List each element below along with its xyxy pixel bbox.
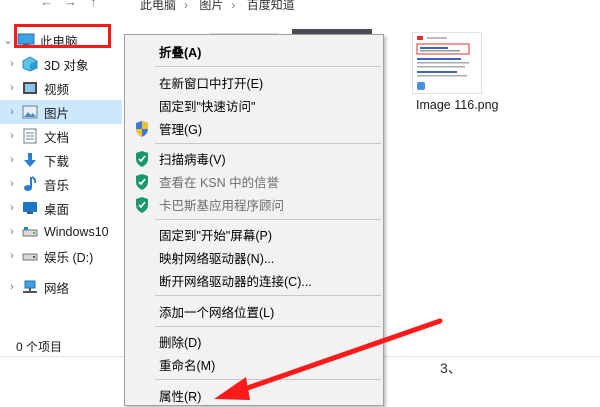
- sidebar-item-label: 视频: [44, 82, 70, 97]
- menu-item-label: 管理(G): [159, 123, 203, 137]
- chevron-right-icon[interactable]: ›: [4, 250, 20, 262]
- menu-item-collapse[interactable]: 折叠(A): [125, 40, 383, 63]
- menu-item-label: 删除(D): [159, 336, 202, 350]
- menu-item-label: 重命名(M): [159, 359, 216, 373]
- menu-item-label: 断开网络驱动器的连接(C)...: [159, 275, 312, 289]
- sidebar-item-label: 下载: [44, 154, 70, 169]
- menu-separator: [155, 295, 381, 296]
- sidebar-item-desktop[interactable]: › 桌面: [0, 196, 122, 220]
- sidebar-item-videos[interactable]: › 视频: [0, 76, 122, 100]
- sidebar-item-windows10-drive[interactable]: › Windows10: [0, 220, 122, 244]
- red-highlight-box: [14, 24, 111, 48]
- menu-item-label: 固定到"快速访问": [159, 100, 256, 114]
- sidebar-item-entertainment-drive[interactable]: › 娱乐 (D:): [0, 244, 122, 268]
- back-icon[interactable]: ←: [40, 0, 53, 9]
- menu-separator: [155, 66, 381, 67]
- menu-separator: [155, 143, 381, 144]
- drive-icon: [20, 224, 40, 240]
- sidebar-item-downloads[interactable]: › 下载: [0, 148, 122, 172]
- sidebar-item-label: 娱乐 (D:): [44, 250, 94, 265]
- file-name[interactable]: Image 116.png: [416, 98, 498, 112]
- menu-item-label: 添加一个网络位置(L): [159, 306, 275, 320]
- downloads-icon: [20, 152, 40, 168]
- menu-separator: [155, 326, 381, 327]
- menu-item-map-network-drive[interactable]: 映射网络驱动器(N)...: [125, 246, 383, 269]
- uac-shield-icon: [134, 121, 150, 137]
- 3d-objects-icon: [20, 56, 40, 72]
- chevron-right-icon[interactable]: ›: [4, 178, 20, 190]
- chevron-right-icon[interactable]: ›: [4, 226, 20, 238]
- sidebar-item-network[interactable]: › 网络: [0, 275, 122, 299]
- sidebar-item-label: 桌面: [44, 202, 70, 217]
- menu-item-label: 在新窗口中打开(E): [159, 77, 264, 91]
- image-thumbnail: [413, 33, 481, 93]
- menu-item-pin-start[interactable]: 固定到"开始"屏幕(P): [125, 223, 383, 246]
- menu-separator: [155, 379, 381, 380]
- menu-separator: [155, 219, 381, 220]
- menu-item-ksn-reputation[interactable]: 查看在 KSN 中的信誉: [125, 170, 383, 193]
- kaspersky-shield-icon: [134, 151, 150, 167]
- sidebar-item-music[interactable]: › 音乐: [0, 172, 122, 196]
- sidebar-item-label: 网络: [44, 281, 70, 296]
- menu-item-label: 属性(R): [159, 390, 202, 404]
- menu-item-delete[interactable]: 删除(D): [125, 330, 383, 353]
- network-icon: [20, 279, 40, 295]
- file-item-image-116[interactable]: [412, 32, 482, 94]
- menu-item-label: 固定到"开始"屏幕(P): [159, 229, 273, 243]
- menu-item-disconnect-network-drive[interactable]: 断开网络驱动器的连接(C)...: [125, 269, 383, 292]
- menu-item-label: 映射网络驱动器(N)...: [159, 252, 275, 266]
- menu-item-label: 卡巴斯基应用程序顾问: [159, 199, 285, 213]
- menu-item-scan-virus[interactable]: 扫描病毒(V): [125, 147, 383, 170]
- sidebar-item-label: 文档: [44, 130, 70, 145]
- chevron-right-icon[interactable]: ›: [4, 154, 20, 166]
- menu-item-label: 折叠(A): [159, 46, 202, 60]
- sidebar-item-documents[interactable]: › 文档: [0, 124, 122, 148]
- desktop-icon: [20, 200, 40, 216]
- sidebar-item-label: Windows10: [44, 225, 109, 239]
- menu-item-open-new-window[interactable]: 在新窗口中打开(E): [125, 71, 383, 94]
- menu-item-label: 查看在 KSN 中的信誉: [159, 176, 280, 190]
- menu-item-pin-quick-access[interactable]: 固定到"快速访问": [125, 94, 383, 117]
- menu-item-manage[interactable]: 管理(G): [125, 117, 383, 140]
- chevron-right-icon[interactable]: ›: [4, 130, 20, 142]
- sidebar-item-3d-objects[interactable]: › 3D 对象: [0, 52, 122, 76]
- menu-item-kaspersky-advisor[interactable]: 卡巴斯基应用程序顾问: [125, 193, 383, 216]
- chevron-right-icon[interactable]: ›: [4, 82, 20, 94]
- step-number: 3、: [440, 360, 462, 376]
- sidebar-item-label: 3D 对象: [44, 58, 89, 73]
- menu-item-label: 扫描病毒(V): [159, 153, 226, 167]
- context-menu: 折叠(A) 在新窗口中打开(E) 固定到"快速访问" 管理(G) 扫描病毒(V)…: [124, 34, 384, 406]
- chevron-right-icon[interactable]: ›: [4, 202, 20, 214]
- pictures-icon: [20, 104, 40, 120]
- kaspersky-shield-icon: [134, 197, 150, 213]
- chevron-right-icon[interactable]: ›: [4, 106, 20, 118]
- up-icon[interactable]: ↑: [90, 0, 97, 9]
- forward-icon[interactable]: →: [64, 0, 77, 9]
- navigation-pane: ⌄ 此电脑 › 3D 对象 › 视频 › 图片 › 文档 › 下载 › 音乐 ›…: [0, 11, 122, 357]
- music-icon: [20, 176, 40, 192]
- menu-item-properties[interactable]: 属性(R): [125, 384, 383, 407]
- kaspersky-shield-icon: [134, 174, 150, 190]
- menu-item-rename[interactable]: 重命名(M): [125, 353, 383, 376]
- sidebar-item-label: 音乐: [44, 178, 70, 193]
- sidebar-item-label: 图片: [44, 106, 70, 121]
- drive-icon: [20, 248, 40, 264]
- chevron-right-icon[interactable]: ›: [4, 58, 20, 70]
- sidebar-item-pictures[interactable]: › 图片: [0, 100, 122, 124]
- status-bar-item-count: 0 个项目: [16, 340, 63, 354]
- documents-icon: [20, 128, 40, 144]
- chevron-right-icon[interactable]: ›: [4, 281, 20, 293]
- video-icon: [20, 80, 40, 96]
- menu-item-add-network-location[interactable]: 添加一个网络位置(L): [125, 300, 383, 323]
